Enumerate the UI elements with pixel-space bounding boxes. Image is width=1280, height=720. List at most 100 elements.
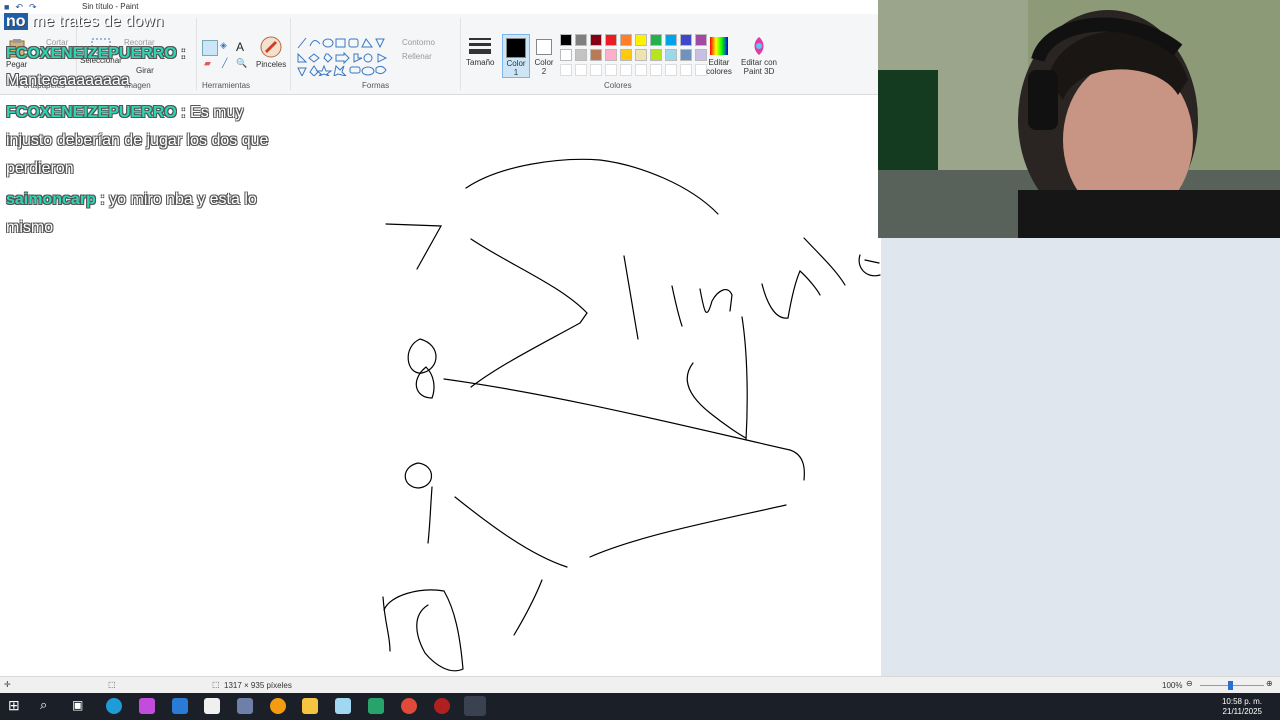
shapes-gallery[interactable] bbox=[296, 36, 396, 78]
chat-message: FCOXENEIZEPUERRO : Es muy injusto deberí… bbox=[6, 99, 286, 183]
edit-paint3d-button[interactable]: Editar con Paint 3D bbox=[740, 36, 778, 76]
zoom-out-icon[interactable]: ⊖ bbox=[1186, 679, 1193, 688]
color-swatch[interactable] bbox=[590, 49, 602, 61]
paint-taskbar-icon[interactable] bbox=[464, 696, 486, 716]
store-icon[interactable] bbox=[204, 698, 220, 714]
webcam-feed-image bbox=[878, 0, 1280, 238]
empty-color-swatch[interactable] bbox=[635, 64, 647, 76]
obs-icon[interactable] bbox=[434, 698, 450, 714]
color-swatch[interactable] bbox=[560, 49, 572, 61]
zoom-in-icon[interactable]: ⊕ bbox=[1266, 679, 1273, 688]
color-wheel-icon bbox=[710, 37, 728, 55]
outline-button[interactable]: Contorno bbox=[402, 38, 435, 47]
file-explorer-icon[interactable] bbox=[302, 698, 318, 714]
chrome-icon[interactable] bbox=[401, 698, 417, 714]
color1-swatch bbox=[506, 38, 526, 58]
colors-group-label: Colores bbox=[604, 81, 632, 90]
color-swatch[interactable] bbox=[665, 49, 677, 61]
empty-color-swatch[interactable] bbox=[560, 64, 572, 76]
color-swatch[interactable] bbox=[650, 34, 662, 46]
status-bar: ✛ ⬚ ⬚ 1317 × 935 píxeles 100% ⊖ ⊕ bbox=[0, 676, 1280, 694]
color-swatch[interactable] bbox=[590, 34, 602, 46]
chat-message: saimoncarp : yo miro nba y esta lo mismo bbox=[6, 186, 296, 242]
paint3d-icon bbox=[754, 37, 764, 55]
chat-username: saimoncarp bbox=[6, 191, 96, 208]
zoom-level: 100% bbox=[1162, 681, 1183, 690]
zoom-slider[interactable] bbox=[1200, 681, 1264, 690]
taskbar: ⊞ ⌕ ▣ 10:58 p. m. 21/11/2025 bbox=[0, 693, 1280, 720]
start-icon[interactable]: ⊞ bbox=[8, 697, 24, 713]
chat-username: FCOXENEIZEPUERRO bbox=[6, 104, 177, 121]
brush-icon bbox=[260, 36, 282, 58]
color-swatch[interactable] bbox=[650, 49, 662, 61]
canvas-dimensions: 1317 × 935 píxeles bbox=[224, 681, 292, 690]
color-swatch[interactable] bbox=[605, 34, 617, 46]
edge-icon[interactable] bbox=[106, 698, 122, 714]
color-swatch[interactable] bbox=[665, 34, 677, 46]
chat-text: Mantecaaaaaaaa bbox=[6, 72, 130, 89]
redo-icon[interactable]: ↷ bbox=[29, 2, 37, 13]
chat-username: FCOXENEIZEPUERRO bbox=[6, 45, 177, 62]
clock-time: 10:58 p. m. bbox=[1221, 697, 1262, 706]
quick-access-toolbar: ■ ↶ ↷ bbox=[4, 2, 37, 13]
webcam-overlay bbox=[878, 0, 1280, 238]
empty-color-swatch[interactable] bbox=[650, 64, 662, 76]
brave-icon[interactable] bbox=[270, 698, 286, 714]
task-view-icon[interactable]: ▣ bbox=[72, 698, 88, 714]
cursor-position-icon: ✛ bbox=[4, 680, 11, 689]
text-tool-icon[interactable]: A bbox=[236, 40, 244, 54]
outlook-icon[interactable] bbox=[172, 698, 188, 714]
canvas-size-icon: ⬚ bbox=[212, 680, 220, 689]
empty-color-swatch[interactable] bbox=[620, 64, 632, 76]
brushes-button[interactable]: Pinceles bbox=[256, 36, 286, 69]
app-icon[interactable] bbox=[237, 698, 253, 714]
color2-button[interactable]: Color 2 bbox=[532, 34, 556, 76]
empty-color-swatch[interactable] bbox=[680, 64, 692, 76]
chat-message: Mantecaaaaaaaa bbox=[6, 67, 206, 95]
chat-banner: no me trates de down bbox=[4, 13, 164, 31]
color2-swatch bbox=[536, 39, 552, 55]
chat-message: FCOXENEIZEPUERRO : bbox=[6, 40, 206, 68]
line-size-icon bbox=[469, 38, 492, 54]
color-swatch[interactable] bbox=[575, 34, 587, 46]
color-swatch[interactable] bbox=[620, 34, 632, 46]
color-palette bbox=[560, 34, 710, 80]
size-button[interactable]: Tamaño bbox=[466, 36, 494, 67]
empty-color-swatch[interactable] bbox=[605, 64, 617, 76]
magnifier-icon[interactable]: 🔍 bbox=[236, 58, 247, 69]
shapes-group-label: Formas bbox=[362, 81, 390, 90]
color1-button[interactable]: Color 1 bbox=[502, 34, 530, 78]
color-swatch[interactable] bbox=[680, 34, 692, 46]
clock-date: 21/11/2025 bbox=[1222, 707, 1262, 716]
save-icon[interactable]: ■ bbox=[4, 2, 9, 13]
empty-color-swatch[interactable] bbox=[575, 64, 587, 76]
selection-size-icon: ⬚ bbox=[108, 680, 116, 689]
title-bar: ■ ↶ ↷ Sin título - Paint bbox=[0, 0, 878, 14]
color-picker-icon[interactable]: ╱ bbox=[222, 58, 227, 69]
color-swatch[interactable] bbox=[635, 34, 647, 46]
color-swatch[interactable] bbox=[605, 49, 617, 61]
empty-color-swatch[interactable] bbox=[665, 64, 677, 76]
color-swatch[interactable] bbox=[620, 49, 632, 61]
notepad-icon[interactable] bbox=[335, 698, 351, 714]
app-green-icon[interactable] bbox=[368, 698, 384, 714]
workspace-background bbox=[881, 238, 1280, 676]
color-swatch[interactable] bbox=[575, 49, 587, 61]
zoom-slider-thumb[interactable] bbox=[1228, 681, 1233, 690]
fill-shape-button[interactable]: Rellenar bbox=[402, 52, 432, 61]
banner-text: me trates de down bbox=[32, 13, 164, 30]
color-swatch[interactable] bbox=[680, 49, 692, 61]
window-title: Sin título - Paint bbox=[82, 2, 139, 11]
empty-color-swatch[interactable] bbox=[590, 64, 602, 76]
system-clock[interactable]: 10:58 p. m. 21/11/2025 bbox=[1222, 697, 1262, 717]
search-icon[interactable]: ⌕ bbox=[40, 697, 56, 713]
tools-group-label: Herramientas bbox=[202, 81, 251, 90]
banner-bold: no bbox=[4, 13, 28, 30]
color-swatch[interactable] bbox=[635, 49, 647, 61]
color-swatch[interactable] bbox=[560, 34, 572, 46]
undo-icon[interactable]: ↶ bbox=[15, 2, 23, 13]
chat-text: : bbox=[181, 45, 186, 62]
edit-colors-button[interactable]: Editar colores bbox=[704, 36, 734, 76]
copilot-icon[interactable] bbox=[139, 698, 155, 714]
fill-icon[interactable]: ◈ bbox=[220, 40, 227, 51]
